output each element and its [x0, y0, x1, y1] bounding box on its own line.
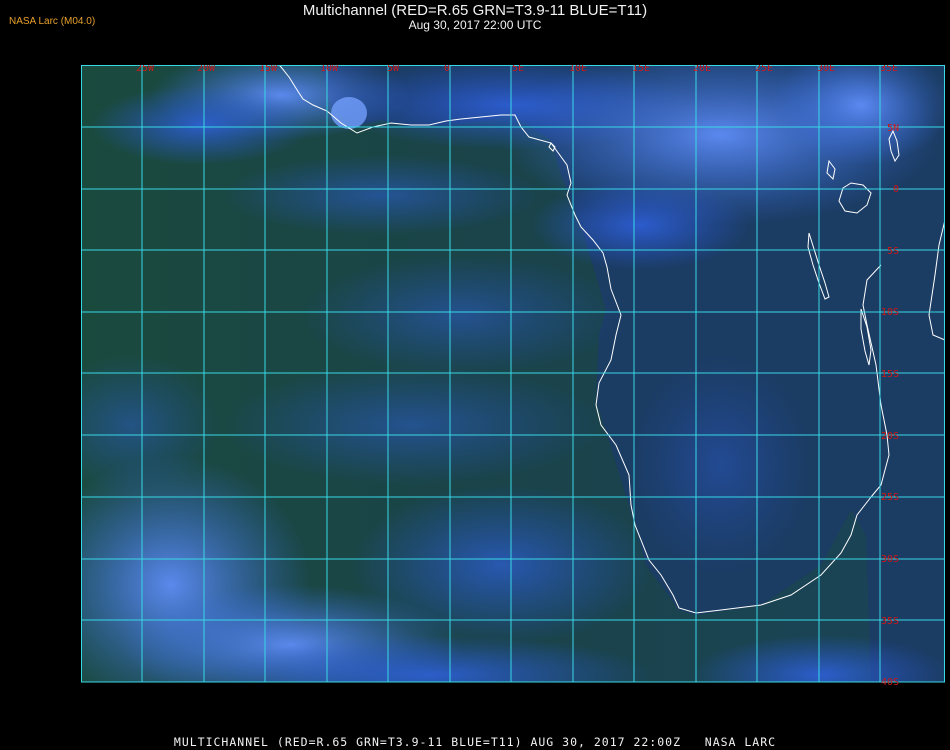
- lon-label: 20E: [693, 65, 711, 74]
- lon-label: 5W: [387, 65, 400, 74]
- lon-label: 5E: [512, 65, 524, 74]
- lat-label: 30S: [881, 554, 899, 565]
- lat-label: 40S: [881, 677, 899, 688]
- lon-label: 10E: [569, 65, 587, 74]
- lon-label: 25W: [136, 65, 155, 74]
- lat-label: 5S: [887, 246, 899, 257]
- lat-label: 35S: [881, 616, 899, 627]
- lon-label: 20W: [197, 65, 216, 74]
- lat-label: 25S: [881, 492, 899, 503]
- lon-label: 30E: [817, 65, 835, 74]
- lat-label: 20S: [881, 431, 899, 442]
- lon-label: 25E: [755, 65, 773, 74]
- map-canvas: 25W 20W 15W 10W 5W 0 5E 10E 15E 20E 25E …: [81, 65, 945, 688]
- lon-label: 35E: [880, 65, 898, 74]
- satellite-map[interactable]: 25W 20W 15W 10W 5W 0 5E 10E 15E 20E 25E …: [81, 65, 945, 727]
- lon-label: 10W: [320, 65, 339, 74]
- image-timestamp: Aug 30, 2017 22:00 UTC: [408, 18, 542, 32]
- lon-label: 0: [444, 65, 450, 74]
- lat-label: 15S: [881, 369, 899, 380]
- lon-label: 15W: [259, 65, 278, 74]
- image-caption: MULTICHANNEL (RED=R.65 GRN=T3.9-11 BLUE=…: [173, 735, 777, 749]
- lat-label: 5N: [887, 123, 899, 134]
- lon-label: 15E: [632, 65, 650, 74]
- lat-label: 10S: [881, 307, 899, 318]
- image-title: Multichannel (RED=R.65 GRN=T3.9-11 BLUE=…: [302, 2, 648, 19]
- lat-label: 0: [893, 184, 899, 195]
